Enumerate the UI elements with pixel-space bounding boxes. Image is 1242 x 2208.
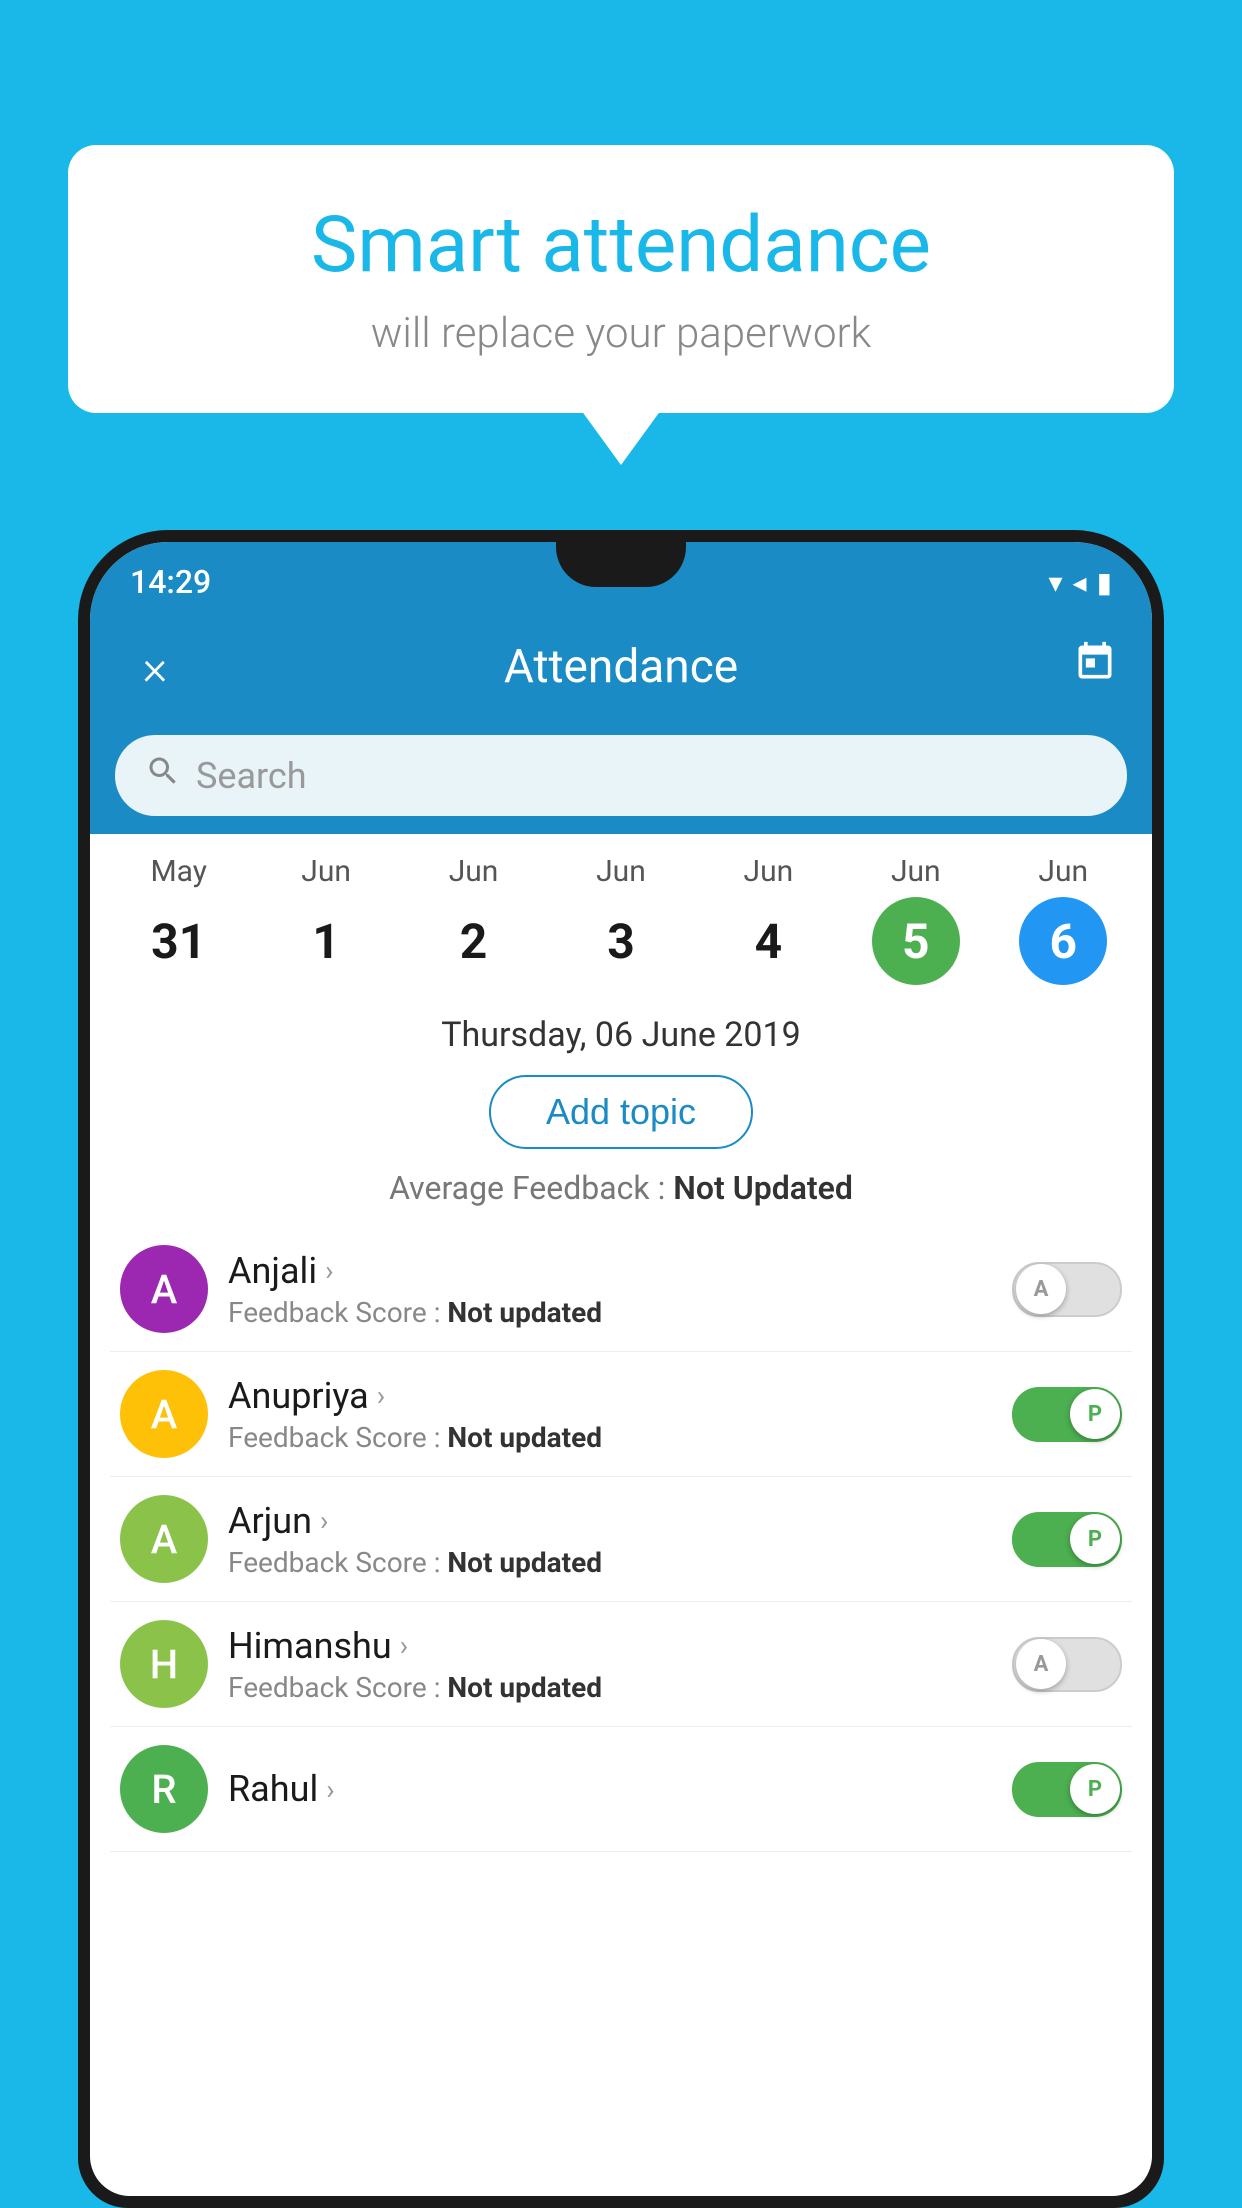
phone-notch — [556, 542, 686, 587]
student-item-arjun[interactable]: A Arjun › Feedback Score : Not updated P — [110, 1477, 1132, 1602]
speech-bubble-container: Smart attendance will replace your paper… — [68, 145, 1174, 413]
cal-day-jun3[interactable]: Jun 3 — [566, 854, 676, 985]
student-info-anjali: Anjali › Feedback Score : Not updated — [228, 1250, 992, 1329]
search-input[interactable]: Search — [196, 755, 307, 797]
toggle-rahul[interactable]: P — [1012, 1762, 1122, 1817]
cal-day-jun6[interactable]: Jun 6 — [1008, 854, 1118, 985]
cal-day-jun2[interactable]: Jun 2 — [419, 854, 529, 985]
speech-bubble: Smart attendance will replace your paper… — [68, 145, 1174, 413]
avg-feedback: Average Feedback : Not Updated — [90, 1169, 1152, 1207]
calendar-icon[interactable] — [1073, 640, 1117, 694]
cal-day-jun5[interactable]: Jun 5 — [861, 854, 971, 985]
avg-feedback-label: Average Feedback : — [389, 1169, 665, 1207]
student-name-himanshu: Himanshu › — [228, 1625, 992, 1667]
toggle-knob-anupriya: P — [1070, 1389, 1120, 1439]
search-container: Search — [90, 717, 1152, 834]
chevron-icon: › — [377, 1379, 385, 1412]
cal-day-may31[interactable]: May 31 — [124, 854, 234, 985]
avatar-rahul: R — [120, 1745, 208, 1833]
search-icon — [145, 753, 181, 798]
student-list: A Anjali › Feedback Score : Not updated … — [90, 1227, 1152, 1852]
student-info-arjun: Arjun › Feedback Score : Not updated — [228, 1500, 992, 1579]
calendar-strip: May 31 Jun 1 Jun 2 Jun 3 Jun 4 Jun 5 — [90, 834, 1152, 995]
status-time: 14:29 — [130, 563, 211, 601]
student-item-himanshu[interactable]: H Himanshu › Feedback Score : Not update… — [110, 1602, 1132, 1727]
avatar-arjun: A — [120, 1495, 208, 1583]
battery-icon: ▮ — [1097, 566, 1112, 599]
avg-feedback-value: Not Updated — [673, 1169, 853, 1207]
student-info-himanshu: Himanshu › Feedback Score : Not updated — [228, 1625, 992, 1704]
date-display: Thursday, 06 June 2019 — [90, 995, 1152, 1070]
toggle-knob-anjali: A — [1016, 1264, 1066, 1314]
avatar-himanshu: H — [120, 1620, 208, 1708]
bubble-subtitle: will replace your paperwork — [128, 309, 1114, 358]
add-topic-container: Add topic — [90, 1075, 1152, 1149]
signal-icon: ◂ — [1073, 566, 1087, 599]
feedback-anupriya: Feedback Score : Not updated — [228, 1421, 992, 1454]
app-bar-title: Attendance — [185, 640, 1057, 694]
chevron-icon: › — [400, 1629, 408, 1662]
cal-day-jun1[interactable]: Jun 1 — [271, 854, 381, 985]
feedback-himanshu: Feedback Score : Not updated — [228, 1671, 992, 1704]
avatar-anjali: A — [120, 1245, 208, 1333]
student-info-anupriya: Anupriya › Feedback Score : Not updated — [228, 1375, 992, 1454]
add-topic-button[interactable]: Add topic — [489, 1075, 753, 1149]
toggle-knob-himanshu: A — [1016, 1639, 1066, 1689]
student-name-arjun: Arjun › — [228, 1500, 992, 1542]
phone-frame: 14:29 ▾ ◂ ▮ × Attendance — [78, 530, 1164, 2208]
toggle-himanshu[interactable]: A — [1012, 1637, 1122, 1692]
chevron-icon: › — [326, 1773, 334, 1806]
toggle-knob-arjun: P — [1070, 1514, 1120, 1564]
feedback-anjali: Feedback Score : Not updated — [228, 1296, 992, 1329]
feedback-arjun: Feedback Score : Not updated — [228, 1546, 992, 1579]
close-button[interactable]: × — [125, 639, 185, 696]
toggle-anjali[interactable]: A — [1012, 1262, 1122, 1317]
toggle-arjun[interactable]: P — [1012, 1512, 1122, 1567]
chevron-icon: › — [320, 1504, 328, 1537]
avatar-anupriya: A — [120, 1370, 208, 1458]
app-bar: × Attendance — [90, 617, 1152, 717]
toggle-knob-rahul: P — [1070, 1764, 1120, 1814]
student-item-rahul[interactable]: R Rahul › P — [110, 1727, 1132, 1852]
chevron-icon: › — [325, 1254, 333, 1287]
toggle-anupriya[interactable]: P — [1012, 1387, 1122, 1442]
bubble-title: Smart attendance — [128, 200, 1114, 291]
student-item-anupriya[interactable]: A Anupriya › Feedback Score : Not update… — [110, 1352, 1132, 1477]
student-name-rahul: Rahul › — [228, 1768, 992, 1810]
phone-inner: 14:29 ▾ ◂ ▮ × Attendance — [90, 542, 1152, 2196]
student-info-rahul: Rahul › — [228, 1768, 992, 1810]
wifi-icon: ▾ — [1048, 566, 1062, 599]
search-bar[interactable]: Search — [115, 735, 1127, 816]
student-name-anjali: Anjali › — [228, 1250, 992, 1292]
cal-day-jun4[interactable]: Jun 4 — [713, 854, 823, 985]
student-name-anupriya: Anupriya › — [228, 1375, 992, 1417]
student-item-anjali[interactable]: A Anjali › Feedback Score : Not updated … — [110, 1227, 1132, 1352]
status-icons: ▾ ◂ ▮ — [1048, 566, 1112, 599]
